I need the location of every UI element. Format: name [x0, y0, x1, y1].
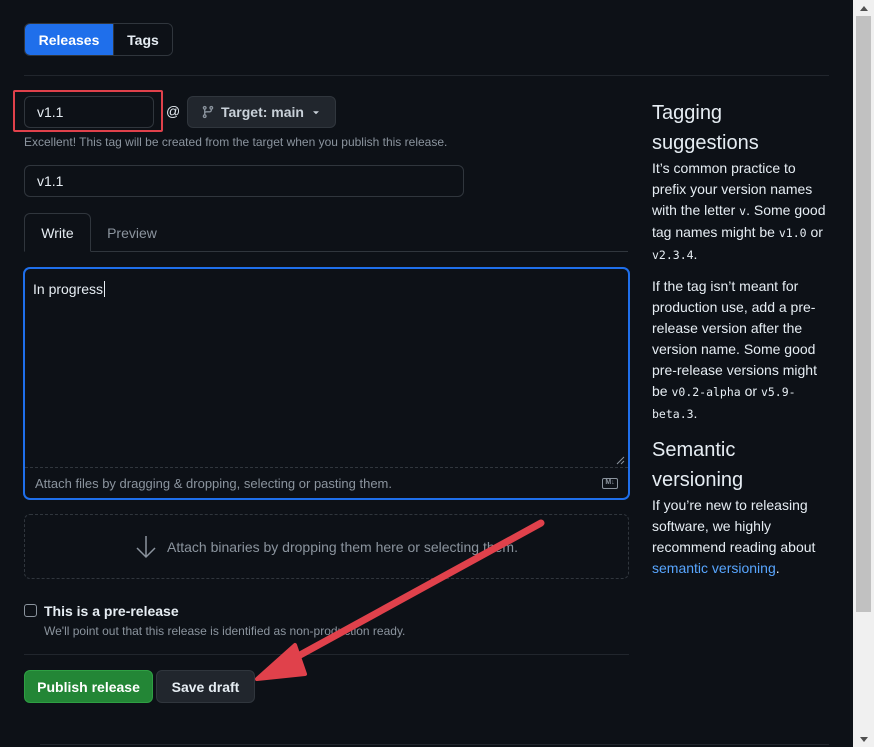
release-title-input[interactable]: v1.1: [24, 165, 464, 197]
target-button-label: Target: main: [221, 104, 304, 120]
prerelease-note: We'll point out that this release is ide…: [44, 624, 406, 638]
footer-divider: [40, 744, 829, 745]
target-branch-button[interactable]: Target: main: [187, 96, 336, 128]
semver-paragraph: If you’re new to releasing software, we …: [652, 497, 816, 576]
markdown-icon[interactable]: M↓: [602, 478, 618, 489]
description-text: In progress: [33, 281, 106, 297]
tagging-paragraph: It’s common practice to prefix your vers…: [652, 160, 826, 262]
page-scrollbar[interactable]: [853, 0, 874, 747]
at-symbol: @: [166, 103, 181, 119]
save-draft-button[interactable]: Save draft: [156, 670, 255, 703]
resize-handle-icon[interactable]: [615, 455, 625, 465]
publish-release-button[interactable]: Publish release: [24, 670, 153, 703]
description-textarea[interactable]: In progress Attach files by dragging & d…: [24, 268, 629, 499]
tab-tags[interactable]: Tags: [113, 24, 172, 55]
arrow-down-icon: [136, 535, 156, 558]
tag-hint: Excellent! This tag will be created from…: [24, 135, 448, 149]
binaries-label: Attach binaries by dropping them here or…: [167, 538, 518, 555]
header-divider: [24, 75, 829, 76]
editor-divider: [25, 467, 628, 468]
actions-divider: [24, 654, 629, 655]
semantic-versioning-link[interactable]: semantic versioning: [652, 560, 776, 576]
triangle-down-icon: [313, 111, 319, 115]
tagging-suggestions-heading: Tagging suggestions: [652, 102, 759, 154]
scrollbar-thumb[interactable]: [856, 16, 871, 612]
attach-files-hint[interactable]: Attach files by dragging & dropping, sel…: [35, 476, 392, 491]
tab-releases[interactable]: Releases: [25, 24, 113, 55]
semantic-versioning-heading: Semantic versioning: [652, 439, 744, 491]
prerelease-checkbox[interactable]: [24, 604, 37, 617]
releases-tags-toggle: Releases Tags: [24, 23, 173, 56]
annotation-highlight-box: [13, 90, 163, 132]
scroll-down-icon[interactable]: [853, 731, 874, 747]
scroll-up-icon[interactable]: [853, 0, 874, 16]
prerelease-paragraph: If the tag isn’t meant for production us…: [652, 278, 817, 421]
tab-write[interactable]: Write: [24, 213, 91, 252]
prerelease-label[interactable]: This is a pre-release: [44, 603, 179, 619]
binaries-dropzone[interactable]: Attach binaries by dropping them here or…: [24, 514, 629, 579]
tagging-sidebar: Tagging suggestions It’s common practice…: [652, 98, 832, 579]
git-branch-icon: [202, 105, 214, 119]
tab-preview[interactable]: Preview: [92, 213, 172, 252]
